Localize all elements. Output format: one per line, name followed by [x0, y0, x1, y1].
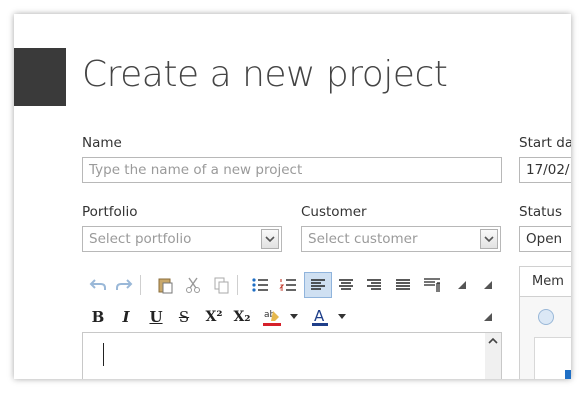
customer-placeholder: Select customer — [308, 231, 418, 247]
toolbar-expand-grip[interactable] — [480, 276, 496, 294]
description-editor[interactable] — [82, 332, 502, 379]
align-right-icon — [367, 279, 381, 290]
undo-icon — [89, 279, 106, 290]
chevron-down-icon — [265, 236, 275, 243]
customer-select[interactable]: Select customer — [301, 226, 501, 252]
copy-icon — [214, 277, 229, 294]
paragraph-mark-icon — [424, 278, 440, 292]
align-left-icon — [311, 279, 325, 290]
bulleted-list-button[interactable] — [248, 273, 272, 297]
paste-button[interactable] — [154, 273, 178, 297]
align-left-button[interactable] — [304, 272, 332, 298]
dialog-window: Create a new project Name Type the name … — [14, 14, 571, 379]
align-right-button[interactable] — [362, 273, 386, 297]
start-date-input[interactable]: 17/02/ — [519, 157, 571, 183]
portfolio-placeholder: Select portfolio — [89, 231, 192, 247]
portfolio-dropdown-button[interactable] — [261, 229, 279, 249]
page-title: Create a new project — [82, 54, 448, 95]
subscript-button[interactable]: X₂ — [230, 305, 254, 329]
caret-down-icon — [290, 314, 298, 319]
start-date-label: Start da — [519, 135, 571, 151]
redo-button[interactable] — [112, 273, 136, 297]
font-color-button[interactable]: A — [308, 305, 332, 329]
justify-button[interactable] — [391, 273, 415, 297]
paste-icon — [158, 278, 173, 294]
portfolio-select[interactable]: Select portfolio — [82, 226, 282, 252]
customer-label: Customer — [301, 204, 367, 220]
name-input[interactable]: Type the name of a new project — [82, 157, 502, 183]
status-value: Open — [526, 231, 563, 247]
resize-grip-icon — [458, 281, 466, 289]
editor-scrollbar[interactable] — [485, 333, 501, 379]
copy-button[interactable] — [209, 273, 233, 297]
grid-row-highlight — [565, 370, 571, 379]
font-color-icon: A — [312, 307, 328, 326]
scissors-icon — [186, 277, 200, 293]
resize-grip-icon — [484, 313, 492, 321]
scroll-up-icon[interactable] — [485, 333, 501, 349]
align-center-button[interactable] — [334, 273, 358, 297]
svg-text:A: A — [314, 307, 325, 325]
status-select[interactable]: Open — [519, 226, 571, 252]
bulleted-list-icon — [252, 278, 268, 292]
toolbar-separator — [140, 275, 141, 295]
toolbar-expand-grip[interactable] — [480, 308, 496, 326]
align-center-icon — [339, 279, 353, 290]
members-panel-body — [520, 297, 571, 379]
highlight-color-dropdown[interactable] — [288, 305, 300, 329]
chevron-down-icon — [484, 236, 494, 243]
members-panel: Mem — [519, 266, 571, 379]
text-caret — [103, 343, 104, 366]
paragraph-direction-button[interactable] — [420, 273, 444, 297]
members-grid — [534, 337, 571, 379]
redo-icon — [116, 279, 133, 290]
numbered-list-icon — [279, 279, 296, 291]
underline-button[interactable]: U — [144, 305, 168, 329]
name-label: Name — [82, 135, 122, 151]
tab-members[interactable]: Mem — [520, 267, 571, 297]
portfolio-label: Portfolio — [82, 204, 138, 220]
add-member-icon[interactable] — [538, 309, 554, 325]
resize-grip-icon — [484, 281, 492, 289]
italic-button[interactable]: I — [114, 305, 138, 329]
undo-button[interactable] — [86, 273, 110, 297]
toolbar-separator — [237, 275, 238, 295]
superscript-button[interactable]: X² — [202, 305, 226, 329]
status-label: Status — [519, 204, 563, 220]
toolbar-expand-grip[interactable] — [454, 276, 470, 294]
font-color-dropdown[interactable] — [336, 305, 348, 329]
strikethrough-button[interactable]: S — [172, 305, 196, 329]
bold-button[interactable]: B — [86, 305, 110, 329]
highlight-color-button[interactable]: ab — [260, 305, 284, 329]
start-date-value: 17/02/ — [526, 162, 570, 178]
align-justify-icon — [396, 279, 410, 290]
numbered-list-button[interactable] — [276, 273, 300, 297]
app-logo — [14, 48, 66, 106]
name-placeholder: Type the name of a new project — [89, 162, 303, 178]
customer-dropdown-button[interactable] — [480, 229, 498, 249]
highlighter-icon: ab — [263, 310, 281, 326]
caret-down-icon — [338, 314, 346, 319]
cut-button[interactable] — [181, 273, 205, 297]
